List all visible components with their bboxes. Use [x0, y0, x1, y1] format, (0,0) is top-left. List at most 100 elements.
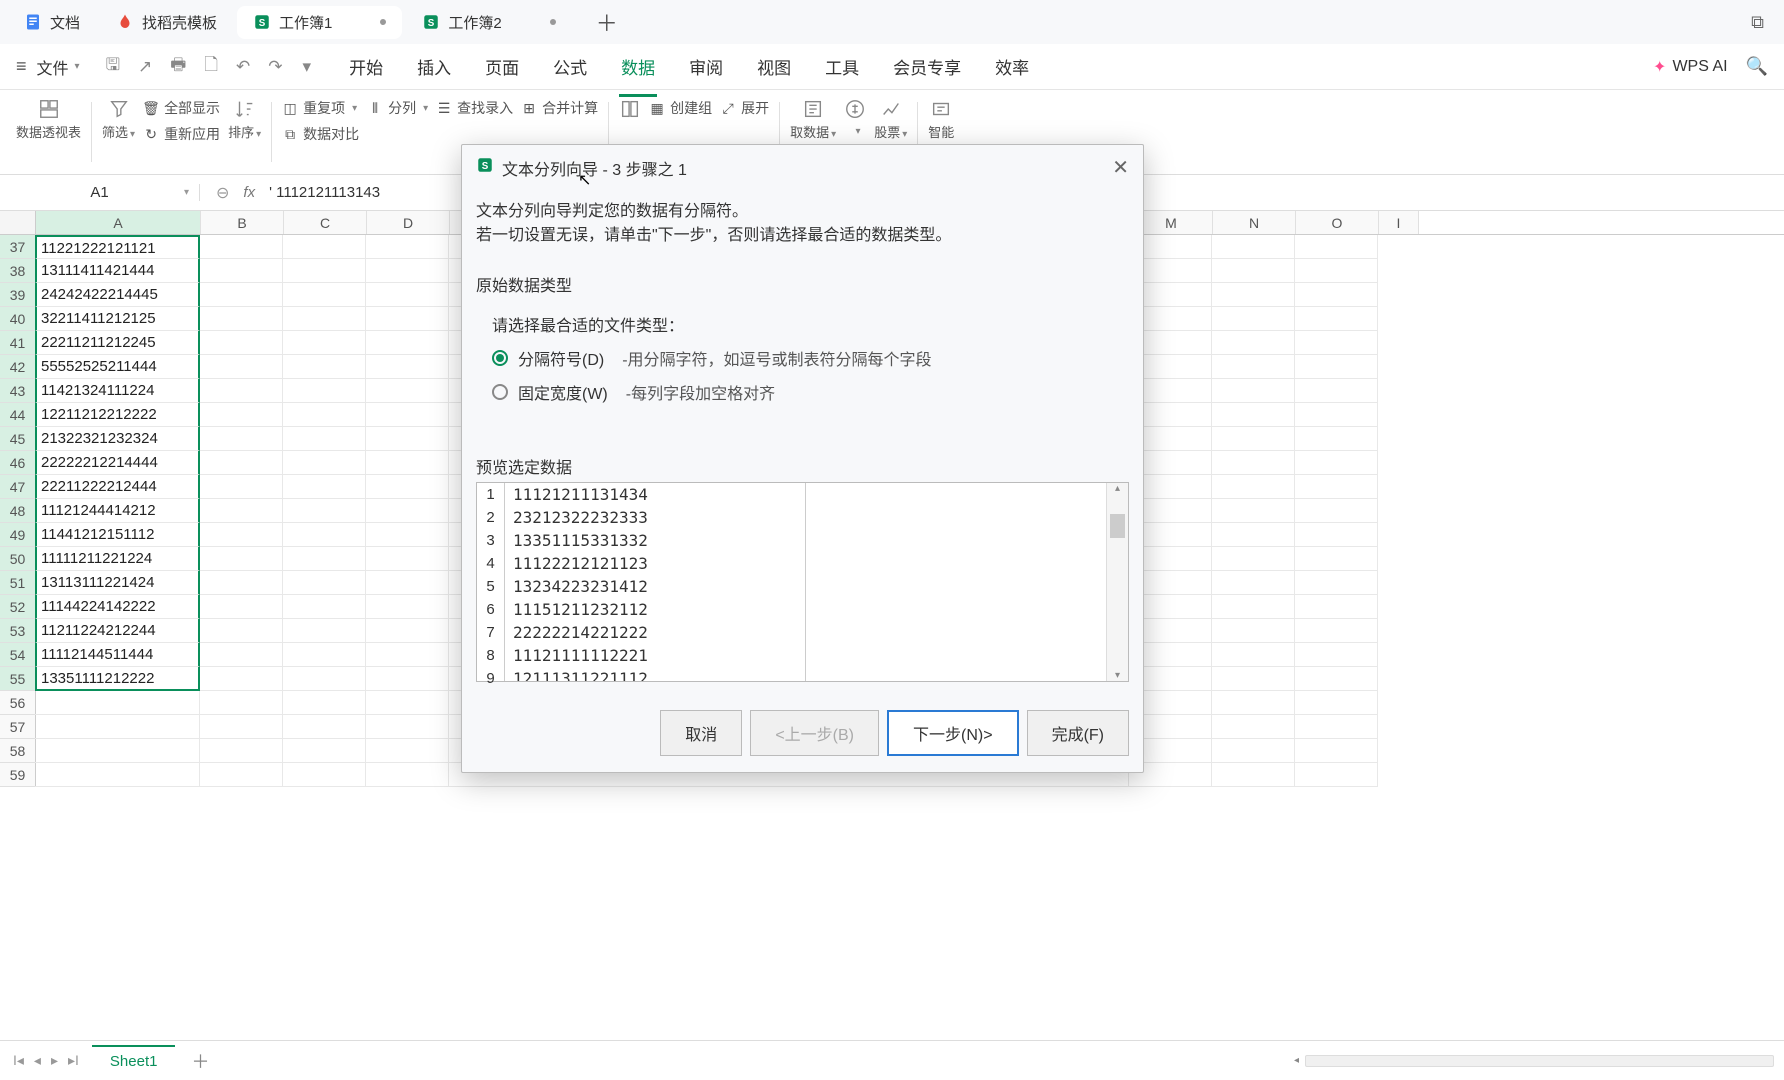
- cell[interactable]: [200, 475, 283, 499]
- cell[interactable]: [200, 595, 283, 619]
- cell[interactable]: [1212, 235, 1295, 259]
- radio-fixed-width[interactable]: 固定宽度(W) -每列字段加空格对齐: [492, 380, 1129, 404]
- cell[interactable]: [1295, 523, 1378, 547]
- cell[interactable]: [200, 355, 283, 379]
- cell[interactable]: [366, 763, 449, 787]
- find-entry-button[interactable]: ☰查找录入: [436, 98, 513, 118]
- cell[interactable]: [366, 427, 449, 451]
- scroll-up-icon[interactable]: ▴: [1107, 483, 1128, 494]
- cancel-button[interactable]: 取消: [660, 710, 742, 756]
- cell[interactable]: [1295, 379, 1378, 403]
- cell[interactable]: [283, 379, 366, 403]
- name-box[interactable]: A1: [0, 184, 200, 201]
- cell[interactable]: [366, 667, 449, 691]
- col-header-o[interactable]: O: [1296, 211, 1379, 234]
- cell[interactable]: [1295, 547, 1378, 571]
- cell[interactable]: [1295, 715, 1378, 739]
- cell[interactable]: [1212, 475, 1295, 499]
- cell[interactable]: [283, 403, 366, 427]
- cell[interactable]: 12211212212222: [35, 403, 200, 427]
- expand-button[interactable]: ⤢展开: [720, 98, 769, 118]
- cell[interactable]: [200, 739, 283, 763]
- cell[interactable]: [1295, 259, 1378, 283]
- row-header[interactable]: 46: [0, 451, 36, 475]
- text-to-columns-button[interactable]: ⫴分列▾: [367, 98, 428, 118]
- cell[interactable]: [200, 715, 283, 739]
- cell[interactable]: [283, 643, 366, 667]
- cell[interactable]: 13351111212222: [35, 667, 200, 691]
- cell[interactable]: 22211222212444: [35, 475, 200, 499]
- cell[interactable]: 24242422214445: [35, 283, 200, 307]
- cell[interactable]: 13111411421444: [35, 259, 200, 283]
- cell[interactable]: [283, 235, 366, 259]
- cell[interactable]: [283, 691, 366, 715]
- sheet-tab-active[interactable]: Sheet1: [92, 1045, 176, 1076]
- cell[interactable]: [200, 643, 283, 667]
- cell[interactable]: [200, 571, 283, 595]
- cell[interactable]: [283, 739, 366, 763]
- tab-workbook2[interactable]: S 工作簿2: [406, 6, 571, 39]
- cell[interactable]: [366, 523, 449, 547]
- col-header-d[interactable]: D: [367, 211, 450, 234]
- row-header[interactable]: 51: [0, 571, 36, 595]
- cell[interactable]: [366, 691, 449, 715]
- cell[interactable]: [35, 739, 200, 763]
- cell[interactable]: 11211224212244: [35, 619, 200, 643]
- finish-button[interactable]: 完成(F): [1027, 710, 1129, 756]
- cell[interactable]: 11441212151112: [35, 523, 200, 547]
- cell[interactable]: [1212, 739, 1295, 763]
- cell[interactable]: [1212, 667, 1295, 691]
- search-icon[interactable]: 🔍: [1746, 56, 1768, 77]
- cell[interactable]: [1295, 475, 1378, 499]
- close-button[interactable]: ✕: [1112, 155, 1129, 180]
- cell[interactable]: [200, 427, 283, 451]
- print-preview-icon[interactable]: 🗋: [204, 52, 218, 81]
- new-tab-button[interactable]: ＋: [588, 2, 626, 42]
- cell[interactable]: [366, 379, 449, 403]
- currency-button[interactable]: ▾: [844, 98, 866, 137]
- cell[interactable]: 22211211212245: [35, 331, 200, 355]
- cell[interactable]: [283, 499, 366, 523]
- cell[interactable]: [366, 307, 449, 331]
- cell[interactable]: [283, 307, 366, 331]
- cell[interactable]: [366, 403, 449, 427]
- tab-workbook1[interactable]: S 工作簿1: [237, 6, 402, 39]
- cell[interactable]: 11221222121121: [35, 235, 200, 259]
- cell[interactable]: [366, 571, 449, 595]
- col-header-a[interactable]: A: [36, 211, 201, 234]
- row-header[interactable]: 38: [0, 259, 36, 283]
- cell[interactable]: [283, 451, 366, 475]
- cell[interactable]: [1295, 427, 1378, 451]
- row-header[interactable]: 41: [0, 331, 36, 355]
- col-header-n[interactable]: N: [1213, 211, 1296, 234]
- cell[interactable]: [1295, 571, 1378, 595]
- tab-start[interactable]: 开始: [347, 46, 385, 87]
- row-header[interactable]: 42: [0, 355, 36, 379]
- cell[interactable]: [1212, 595, 1295, 619]
- group-button[interactable]: [619, 98, 641, 137]
- cell[interactable]: [35, 763, 200, 787]
- tab-insert[interactable]: 插入: [415, 46, 453, 87]
- consolidate-button[interactable]: ⊞合并计算: [521, 98, 598, 118]
- redo-icon[interactable]: ↷: [268, 57, 282, 77]
- cell[interactable]: [1212, 571, 1295, 595]
- last-sheet-icon[interactable]: ▸I: [65, 1049, 82, 1072]
- cell[interactable]: [200, 283, 283, 307]
- cell[interactable]: [283, 667, 366, 691]
- cell[interactable]: [1212, 427, 1295, 451]
- cell[interactable]: [200, 235, 283, 259]
- cell[interactable]: [200, 691, 283, 715]
- cell[interactable]: [35, 691, 200, 715]
- stock-button[interactable]: 股票▾: [874, 98, 907, 141]
- cell[interactable]: [1295, 691, 1378, 715]
- cell[interactable]: [366, 283, 449, 307]
- row-header[interactable]: 43: [0, 379, 36, 403]
- cell[interactable]: [366, 643, 449, 667]
- row-header[interactable]: 54: [0, 643, 36, 667]
- select-all-corner[interactable]: [0, 211, 36, 234]
- cell[interactable]: [283, 259, 366, 283]
- cell[interactable]: [1295, 307, 1378, 331]
- next-sheet-icon[interactable]: ▸: [48, 1049, 61, 1072]
- cell[interactable]: [1212, 355, 1295, 379]
- extract-button[interactable]: 取数据▾: [790, 98, 836, 141]
